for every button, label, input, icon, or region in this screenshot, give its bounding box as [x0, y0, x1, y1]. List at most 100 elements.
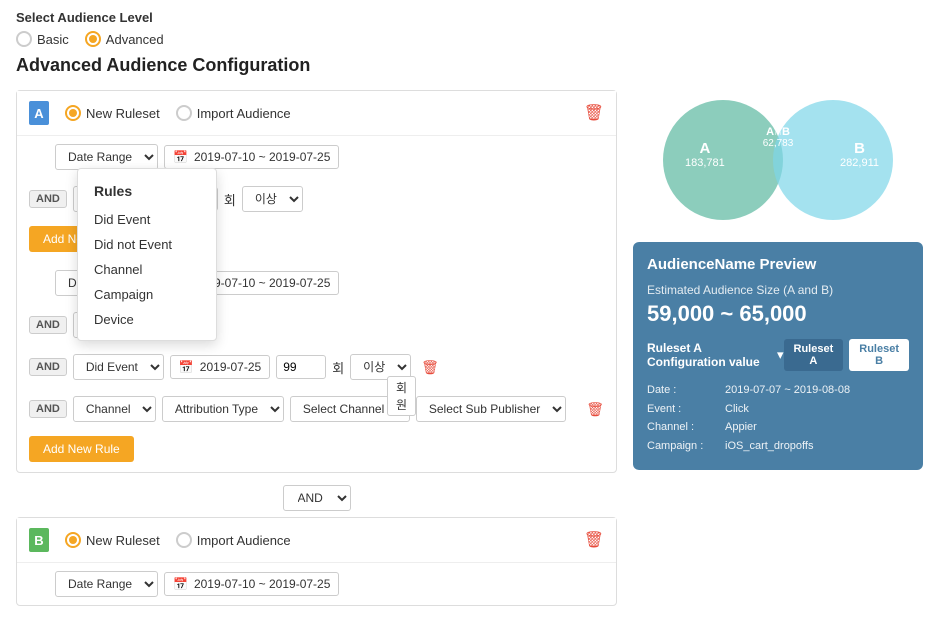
config-channel-label: Channel : — [647, 418, 717, 437]
delete-channel-row[interactable]: 🗑 — [586, 401, 604, 418]
ruleset-a-button[interactable]: Ruleset A — [784, 339, 844, 371]
calendar-icon-a: 📅 — [173, 150, 188, 164]
config-event-value: Click — [725, 400, 909, 419]
ruleset-config: Ruleset A Configuration value ▾ Ruleset … — [647, 339, 909, 371]
venn-ab-count: 62,783 — [763, 138, 794, 149]
new-ruleset-b-label: New Ruleset — [86, 533, 160, 548]
date-range-select-b[interactable]: Date Range — [55, 571, 158, 597]
config-date-label: Date : — [647, 381, 717, 400]
radio-basic-circle — [16, 31, 32, 47]
venn-b-count: 282,911 — [840, 157, 879, 169]
new-ruleset-a-radio[interactable]: New Ruleset — [65, 105, 160, 121]
date-text-b2: 2019-07-25 — [200, 360, 261, 374]
delete-ruleset-b-button[interactable]: 🗑 — [584, 530, 604, 550]
radio-advanced-circle — [85, 31, 101, 47]
date-value-b2[interactable]: 📅 2019-07-25 — [170, 355, 270, 379]
calendar-icon-b: 📅 — [173, 577, 188, 591]
dropdown-campaign[interactable]: Campaign — [78, 282, 216, 307]
dropdown-channel[interactable]: Channel — [78, 257, 216, 282]
and-badge-b1: AND — [29, 316, 67, 334]
dropdown-device[interactable]: Device — [78, 307, 216, 332]
basic-label: Basic — [37, 32, 69, 47]
date-value-b[interactable]: 📅 2019-07-10 ~ 2019-07-25 — [164, 572, 339, 596]
channel-row: AND Channel Attribution Type Select Chan… — [17, 388, 616, 430]
radio-basic[interactable]: Basic — [16, 31, 69, 47]
ruleset-config-label: Ruleset A Configuration value — [647, 341, 773, 369]
ruleset-buttons: Ruleset A Ruleset B — [784, 339, 910, 371]
count-input-b2[interactable] — [276, 355, 326, 379]
ruleset-b-options: New Ruleset Import Audience — [65, 532, 568, 548]
venn-a-label: A — [685, 140, 725, 157]
date-range-select-a[interactable]: Date Range — [55, 144, 158, 170]
config-channel-value: Appier — [725, 418, 909, 437]
tooltip-hui: 회 — [396, 379, 407, 396]
venn-a-count: 183,781 — [685, 157, 725, 169]
venn-ab-label: A∩B — [763, 126, 794, 138]
add-rule-b-button[interactable]: Add New Rule — [29, 436, 134, 462]
ruleset-b-label: B — [29, 528, 49, 552]
ruleset-a-header: A New Ruleset Import Audience 🗑 — [17, 91, 616, 136]
config-campaign-value: iOS_cart_dropoffs — [725, 437, 909, 456]
config-event-label: Event : — [647, 400, 717, 419]
import-audience-a-circle — [176, 105, 192, 121]
and-badge-b3: AND — [29, 400, 67, 418]
config-date-value: 2019-07-07 ~ 2019-08-08 — [725, 381, 909, 400]
audience-preview: AudienceName Preview Estimated Audience … — [633, 242, 923, 470]
radio-advanced[interactable]: Advanced — [85, 31, 164, 47]
and-dropdown[interactable]: AND OR — [283, 485, 351, 511]
preview-subtitle: Estimated Audience Size (A and B) — [647, 283, 909, 297]
import-audience-a-label: Import Audience — [197, 106, 291, 121]
import-audience-b-radio[interactable]: Import Audience — [176, 532, 291, 548]
ruleset-b-header: B New Ruleset Import Audience 🗑 — [17, 518, 616, 563]
config-date-row: Date : 2019-07-07 ~ 2019-08-08 — [647, 381, 909, 400]
attribution-type-select[interactable]: Attribution Type — [162, 396, 284, 422]
section-title: Advanced Audience Configuration — [16, 55, 923, 76]
and-badge-a: AND — [29, 190, 67, 208]
dropdown-title: Rules — [78, 177, 216, 207]
event-select-b2[interactable]: Did Event — [73, 354, 164, 380]
tooltip-won: 원 — [396, 396, 407, 413]
config-details: Date : 2019-07-07 ~ 2019-08-08 Event : C… — [647, 381, 909, 456]
import-audience-a-radio[interactable]: Import Audience — [176, 105, 291, 121]
date-value-a[interactable]: 📅 2019-07-10 ~ 2019-07-25 — [164, 145, 339, 169]
calendar-icon-b2: 📅 — [179, 360, 194, 374]
ruleset-a-options: New Ruleset Import Audience — [65, 105, 568, 121]
config-campaign-row: Campaign : iOS_cart_dropoffs — [647, 437, 909, 456]
rules-dropdown: Rules Did Event Did not Event Channel Ca… — [77, 168, 217, 341]
delete-row-b2[interactable]: 🗑 — [421, 359, 439, 376]
dropdown-did-event[interactable]: Did Event — [78, 207, 216, 232]
venn-diagram: A 183,781 A∩B 62,783 B 282,911 — [633, 90, 923, 230]
select-sub-publisher-select[interactable]: Select Sub Publisher — [416, 396, 566, 422]
ruleset-b-date-row: Date Range 📅 2019-07-10 ~ 2019-07-25 — [17, 563, 616, 605]
audience-level-title: Select Audience Level — [16, 10, 923, 25]
preview-title: AudienceName Preview — [647, 256, 909, 273]
date-text-a: 2019-07-10 ~ 2019-07-25 — [194, 150, 330, 164]
config-channel-row: Channel : Appier — [647, 418, 909, 437]
ruleset-a-card: A New Ruleset Import Audience 🗑 — [16, 90, 617, 473]
ruleset-b-button[interactable]: Ruleset B — [849, 339, 909, 371]
delete-ruleset-a-button[interactable]: 🗑 — [584, 103, 604, 123]
ruleset-b-card: B New Ruleset Import Audience 🗑 — [16, 517, 617, 606]
import-audience-b-circle — [176, 532, 192, 548]
preview-size: 59,000 ~ 65,000 — [647, 301, 909, 327]
right-panel: A 183,781 A∩B 62,783 B 282,911 AudienceN… — [633, 90, 923, 618]
unit-label-a: 회 — [224, 190, 236, 209]
new-ruleset-b-radio[interactable]: New Ruleset — [65, 532, 160, 548]
unit-label-b2: 회 — [332, 358, 344, 377]
config-event-row: Event : Click — [647, 400, 909, 419]
dropdown-did-not-event[interactable]: Did not Event — [78, 232, 216, 257]
advanced-label: Advanced — [106, 32, 164, 47]
import-audience-b-label: Import Audience — [197, 533, 291, 548]
config-campaign-label: Campaign : — [647, 437, 717, 456]
new-ruleset-a-label: New Ruleset — [86, 106, 160, 121]
channel-select[interactable]: Channel — [73, 396, 156, 422]
venn-b-label: B — [840, 140, 879, 157]
new-ruleset-b-radio-circle — [65, 532, 81, 548]
condition-select-a[interactable]: 이상 — [242, 186, 303, 212]
new-ruleset-a-radio-circle — [65, 105, 81, 121]
did-event-row: AND Did Event 📅 2019-07-25 회 이상 🗑 — [17, 346, 616, 388]
date-text-b: 2019-07-10 ~ 2019-07-25 — [194, 577, 330, 591]
and-badge-b2: AND — [29, 358, 67, 376]
and-connector: AND OR — [16, 485, 617, 511]
ruleset-a-label: A — [29, 101, 49, 125]
